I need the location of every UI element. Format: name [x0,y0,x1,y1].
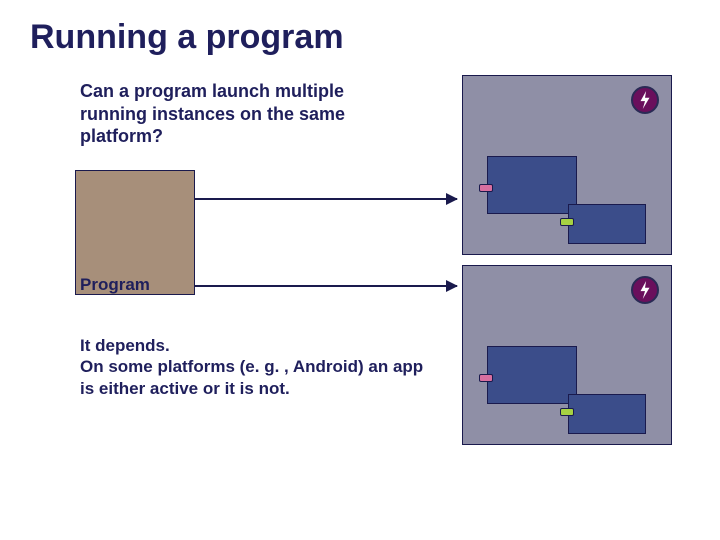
answer-text: It depends. On some platforms (e. g. , A… [80,335,430,399]
arrow-to-instance-2 [195,285,457,287]
arrow-to-instance-1 [195,198,457,200]
instance-box-2 [462,265,672,445]
memory-block [487,346,577,404]
instance-box-1 [462,75,672,255]
answer-line-2: On some platforms (e. g. , Android) an a… [80,357,423,397]
connector-pink [479,374,493,382]
lightning-icon [631,86,659,114]
program-label: Program [80,275,150,295]
lightning-icon [631,276,659,304]
memory-block [487,156,577,214]
memory-block [568,394,646,434]
memory-block [568,204,646,244]
connector-green [560,218,574,226]
answer-line-1: It depends. [80,336,170,355]
connector-green [560,408,574,416]
connector-pink [479,184,493,192]
question-text: Can a program launch multiple running in… [80,80,410,148]
slide-title: Running a program [30,18,344,57]
